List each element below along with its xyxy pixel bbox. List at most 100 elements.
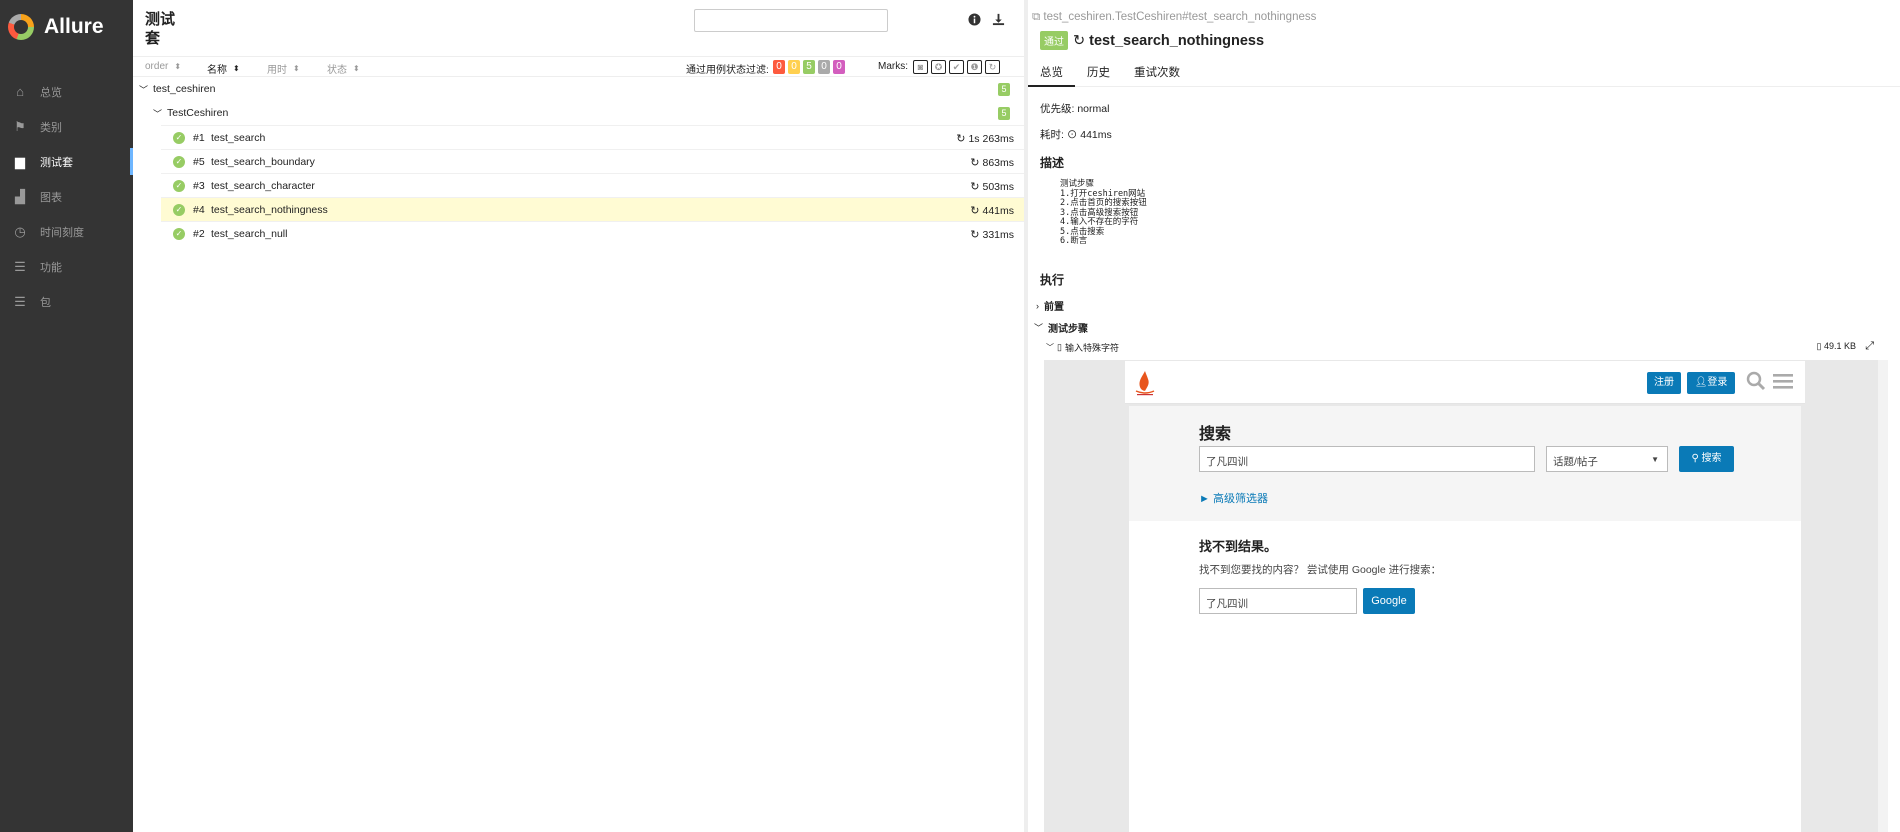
test-case-row[interactable]: ✓ #3 test_search_character ↻ 503ms bbox=[161, 173, 1024, 197]
test-case-duration-text: 863ms bbox=[982, 156, 1014, 169]
app-logo[interactable]: Allure bbox=[8, 14, 104, 40]
status-filter-badge[interactable]: 5 bbox=[803, 60, 815, 74]
download-icon[interactable] bbox=[992, 13, 1006, 27]
expand-icon[interactable]: ⤢ bbox=[1865, 340, 1874, 353]
suite-count-badge: 5 bbox=[998, 83, 1010, 96]
site-header: 注册 👤︎登录 bbox=[1125, 361, 1805, 404]
mark-toggle[interactable]: ↻ bbox=[985, 60, 1000, 74]
test-case-row[interactable]: ✓ #5 test_search_boundary ↻ 863ms bbox=[161, 149, 1024, 173]
test-case-duration: ↻ 503ms bbox=[970, 180, 1014, 194]
sidebar-item-1[interactable]: ⚑ 类别 bbox=[0, 109, 133, 144]
check-circle-icon: ✓ bbox=[173, 179, 185, 192]
search-input[interactable] bbox=[694, 9, 888, 32]
description-heading: 描述 bbox=[1040, 156, 1065, 170]
sidebar-nav: ⌂ 总览 ⚑ 类别 ▆ 测试套 ▟ 图表 ◷ 时间刻度 ☰ 功能 ☰ 包 bbox=[0, 74, 133, 319]
copy-icon[interactable]: ⧉ bbox=[1032, 11, 1043, 23]
test-case-duration-text: 331ms bbox=[982, 228, 1014, 241]
suite-tree: ﹀ test_ceshiren 5 ﹀ TestCeshiren 5 ✓ #1 te… bbox=[133, 77, 1024, 245]
test-case-title: test_search_nothingness bbox=[1089, 32, 1265, 49]
mark-toggle[interactable]: ❶ bbox=[967, 60, 982, 74]
sort-duration[interactable]: 用时 ⬍ bbox=[267, 61, 300, 76]
test-case-name: test_search_nothingness bbox=[211, 203, 328, 216]
tab-2[interactable]: 重试次数 bbox=[1122, 60, 1192, 87]
refresh-icon: ↻ bbox=[1073, 32, 1086, 49]
description-text: 测试步骤 1.打开ceshiren网站 2.点击首页的搜索按钮 3.点击高级搜索按钮 4… bbox=[1060, 179, 1147, 247]
test-case-row[interactable]: ✓ #1 test_search ↻ 1s 263ms bbox=[161, 125, 1024, 149]
status-filter-badge[interactable]: 0 bbox=[818, 60, 830, 74]
site-scope-value: 话题/帖子 bbox=[1553, 456, 1598, 468]
sort-name[interactable]: 名称 ⬍ bbox=[207, 61, 240, 76]
sidebar-item-4[interactable]: ◷ 时间刻度 bbox=[0, 214, 133, 249]
test-case-name: test_search_boundary bbox=[211, 155, 315, 168]
test-case-number: #2 bbox=[193, 227, 205, 240]
sidebar-item-label: 图表 bbox=[40, 191, 62, 204]
chevron-down-icon: ﹀ bbox=[1046, 342, 1054, 352]
test-case-duration-text: 503ms bbox=[982, 180, 1014, 193]
sidebar-item-label: 类别 bbox=[40, 121, 62, 134]
test-steps-section[interactable]: ﹀ 测试步骤 bbox=[1034, 320, 1088, 335]
test-case-row[interactable]: ✓ #2 test_search_null ↻ 331ms bbox=[161, 221, 1024, 245]
sidebar-item-5[interactable]: ☰ 功能 bbox=[0, 249, 133, 284]
sidebar-item-label: 测试套 bbox=[40, 156, 73, 169]
google-search-input: 了凡四训 bbox=[1199, 588, 1357, 614]
detail-tabs: 总览 历史 重试次数 bbox=[1028, 60, 1900, 87]
status-filter-badge[interactable]: 0 bbox=[773, 60, 785, 74]
test-path: ⧉ test_ceshiren.TestCeshiren#test_search… bbox=[1032, 11, 1316, 24]
chevron-down-icon: ﹀ bbox=[139, 84, 149, 95]
severity-text: 优先级: normal bbox=[1040, 103, 1110, 115]
test-case-duration: ↻ 331ms bbox=[970, 228, 1014, 242]
status-filter-badge[interactable]: 0 bbox=[788, 60, 800, 74]
status-filter-badge[interactable]: 0 bbox=[833, 60, 845, 74]
sidebar-item-2[interactable]: ▆ 测试套 bbox=[0, 144, 133, 179]
site-logo-icon bbox=[1135, 371, 1155, 396]
check-circle-icon: ✓ bbox=[173, 155, 185, 168]
tree-suite-row[interactable]: ﹀ test_ceshiren 5 bbox=[133, 77, 1024, 101]
sort-order[interactable]: order ⬍ bbox=[145, 61, 181, 72]
sidebar-item-label: 包 bbox=[40, 296, 51, 309]
search-icon: ⚲ bbox=[1691, 453, 1702, 464]
site-search-title: 搜索 bbox=[1199, 426, 1232, 443]
tab-1[interactable]: 历史 bbox=[1075, 60, 1122, 87]
attachment-row[interactable]: ﹀ ▯ 输入特殊字符 ▯ 49.1 KB ⤢ bbox=[1046, 338, 1886, 356]
tab-0[interactable]: 总览 bbox=[1028, 60, 1075, 87]
suites-pane: 测试套 order ⬍ 名称 ⬍ 用时 ⬍ 状态 ⬍ 通过用例状态过滤: 00500 M… bbox=[133, 0, 1024, 832]
info-icon[interactable] bbox=[968, 13, 982, 27]
check-circle-icon: ✓ bbox=[173, 227, 185, 240]
sort-order-label: order bbox=[145, 61, 169, 72]
google-search-button: Google bbox=[1363, 588, 1415, 614]
scrollbar[interactable] bbox=[1878, 360, 1888, 832]
sort-status[interactable]: 状态 ⬍ bbox=[327, 61, 360, 76]
chevron-down-icon: ﹀ bbox=[1034, 323, 1044, 333]
site-scope-select: 话题/帖子 ▼ bbox=[1546, 446, 1668, 472]
mark-toggle[interactable]: ✪ bbox=[931, 60, 946, 74]
sort-arrows-icon: ⬍ bbox=[174, 62, 182, 71]
test-case-row[interactable]: ✓ #4 test_search_nothingness ↻ 441ms bbox=[161, 197, 1024, 221]
test-case-duration: ↻ 1s 263ms bbox=[956, 132, 1014, 146]
sort-arrows-icon: ⬍ bbox=[293, 64, 300, 73]
refresh-icon: ↻ bbox=[970, 181, 980, 193]
site-page: 搜索 了凡四训 话题/帖子 ▼ ⚲ 搜索 ► 高级筛选器 找不到结果。 找不到您要… bbox=[1129, 406, 1801, 832]
sidebar-item-6[interactable]: ☰ 包 bbox=[0, 284, 133, 319]
login-button-label: 登录 bbox=[1707, 377, 1728, 388]
class-name: TestCeshiren bbox=[167, 107, 229, 119]
briefcase-icon: ▆ bbox=[15, 153, 25, 169]
test-case-name: test_search bbox=[211, 131, 266, 144]
setup-section[interactable]: › 前置 bbox=[1036, 298, 1064, 314]
attachment-size-text: 49.1 KB bbox=[1823, 341, 1856, 351]
caret-down-icon: ▼ bbox=[1651, 455, 1659, 464]
detail-header: 通过 ↻ test_search_nothingness bbox=[1040, 31, 1264, 50]
mark-toggle[interactable]: ✔ bbox=[949, 60, 964, 74]
test-case-list: ✓ #1 test_search ↻ 1s 263ms ✓ #5 test_search_bo… bbox=[133, 125, 1024, 245]
suites-header: 测试套 bbox=[133, 0, 1024, 57]
attachment-screenshot: 注册 👤︎登录 搜索 了凡四训 话题/帖子 ▼ ⚲ 搜索 ► 高级筛选器 找不到结… bbox=[1044, 360, 1888, 832]
app-name: Allure bbox=[44, 15, 104, 38]
sidebar-item-3[interactable]: ▟ 图表 bbox=[0, 179, 133, 214]
sidebar-item-0[interactable]: ⌂ 总览 bbox=[0, 74, 133, 109]
mark-toggle[interactable]: ◙ bbox=[913, 60, 928, 74]
sort-arrows-icon: ⬍ bbox=[353, 64, 360, 73]
user-icon: 👤︎ bbox=[1694, 377, 1708, 388]
register-button: 注册 bbox=[1647, 372, 1681, 394]
tree-class-row[interactable]: ﹀ TestCeshiren 5 bbox=[133, 101, 1024, 125]
check-circle-icon: ✓ bbox=[173, 131, 185, 144]
marks-label: Marks: bbox=[878, 61, 908, 72]
